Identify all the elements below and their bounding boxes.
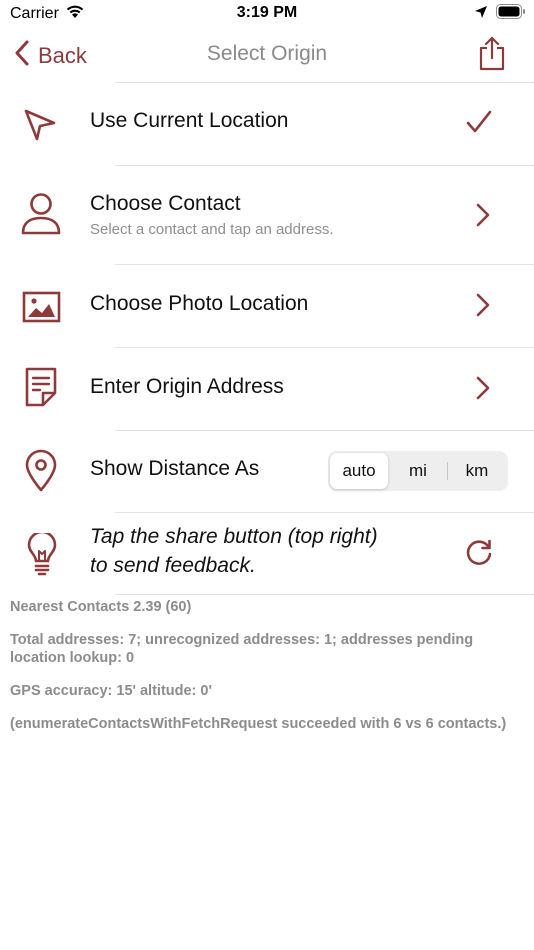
segment-auto[interactable]: auto xyxy=(330,453,388,489)
refresh-button[interactable] xyxy=(464,538,494,573)
tip-line-1: Tap the share button (top right) xyxy=(90,525,378,548)
row-title: Enter Origin Address xyxy=(90,375,284,398)
row-subtitle: Select a contact and tap an address. xyxy=(90,221,334,238)
chevron-right-icon xyxy=(476,203,490,232)
separator xyxy=(115,594,534,595)
enumerate-info: (enumerateContactsWithFetchRequest succe… xyxy=(10,716,507,732)
version-info: Nearest Contacts 2.39 (60) xyxy=(10,599,192,615)
status-bar: Carrier 3:19 PM xyxy=(0,0,534,28)
row-use-current-location[interactable]: Use Current Location xyxy=(0,83,534,165)
chevron-right-icon xyxy=(476,293,490,322)
location-arrow-icon xyxy=(474,5,488,24)
navigation-arrow-icon xyxy=(20,105,60,150)
checkmark-icon xyxy=(466,109,492,140)
segment-mi[interactable]: mi xyxy=(389,453,447,489)
status-right xyxy=(474,4,526,24)
map-pin-icon xyxy=(24,449,58,498)
feedback-tip-text: Tap the share button (top right) to send… xyxy=(90,522,378,580)
battery-icon xyxy=(496,4,526,24)
lightbulb-icon xyxy=(26,530,58,582)
tip-line-2: to send feedback. xyxy=(90,554,256,577)
share-button[interactable] xyxy=(478,36,506,77)
row-choose-photo-location[interactable]: Choose Photo Location xyxy=(0,265,534,347)
document-icon xyxy=(24,366,58,413)
person-icon xyxy=(20,192,62,241)
row-show-distance-as: Show Distance As auto mi km xyxy=(0,431,534,513)
photo-icon xyxy=(22,290,62,329)
page-title: Select Origin xyxy=(206,42,328,65)
status-time: 3:19 PM xyxy=(236,4,298,21)
row-choose-contact[interactable]: Choose Contact Select a contact and tap … xyxy=(0,166,534,264)
row-title: Use Current Location xyxy=(90,109,289,132)
distance-unit-segmented-control: auto mi km xyxy=(328,451,508,491)
refresh-icon xyxy=(466,539,492,565)
row-title: Show Distance As xyxy=(90,457,260,480)
diagnostics-info: Nearest Contacts 2.39 (60) Total address… xyxy=(10,598,524,733)
gps-info: GPS accuracy: 15' altitude: 0' xyxy=(10,683,212,699)
row-title: Choose Contact xyxy=(90,192,241,215)
chevron-right-icon xyxy=(476,376,490,405)
row-feedback-tip: Tap the share button (top right) to send… xyxy=(0,513,534,595)
segment-km[interactable]: km xyxy=(448,453,506,489)
row-title: Choose Photo Location xyxy=(90,292,309,315)
addresses-info: Total addresses: 7; unrecognized address… xyxy=(10,632,474,666)
navigation-bar: Back Select Origin xyxy=(0,28,534,82)
row-enter-origin-address[interactable]: Enter Origin Address xyxy=(0,348,534,430)
share-icon xyxy=(478,36,506,76)
